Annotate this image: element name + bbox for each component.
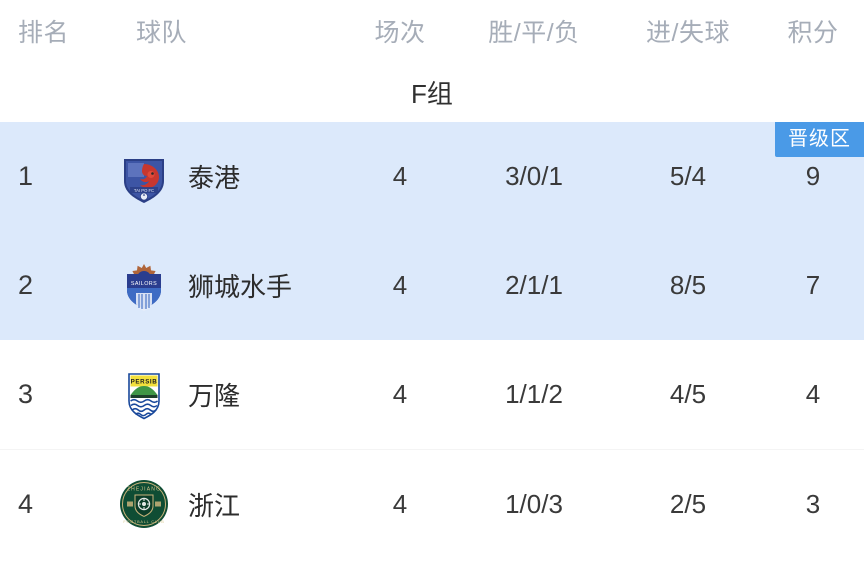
status-badge-qualification: 晋级区: [775, 122, 864, 157]
column-header-wdl: 胜/平/负: [488, 19, 580, 47]
row-points: 9: [805, 161, 821, 191]
row-team-cell[interactable]: PERSIB 1933 万隆: [88, 369, 346, 421]
table-row[interactable]: 1 TAI PO FC 泰港 4 3/0/1 5/4 9: [0, 122, 864, 231]
tai-po-crest-icon: TAI PO FC: [118, 151, 170, 203]
table-row[interactable]: 4 ZHEJIANG FOOTBALL CLUB 浙江 4 1/0/3 2/5 …: [0, 449, 864, 558]
row-team-name: 浙江: [188, 490, 241, 521]
row-points: 7: [805, 270, 821, 300]
table-row[interactable]: 2 SAILORS 狮城水手 4 2/1/1 8/5 7: [0, 231, 864, 340]
svg-text:ZHEJIANG: ZHEJIANG: [127, 487, 161, 493]
row-wdl: 1/1/2: [505, 379, 563, 409]
row-team-cell[interactable]: TAI PO FC 泰港: [88, 151, 346, 203]
row-goals: 4/5: [669, 379, 707, 409]
persib-bandung-crest-icon: PERSIB 1933: [118, 369, 170, 421]
group-title-row: F组: [0, 62, 864, 122]
row-team-cell[interactable]: SAILORS 狮城水手: [88, 260, 346, 312]
row-goals: 2/5: [669, 488, 707, 519]
column-header-goals: 进/失球: [646, 19, 730, 47]
row-played: 4: [392, 161, 408, 191]
zhejiang-crest-icon: ZHEJIANG FOOTBALL CLUB: [118, 478, 170, 530]
column-header-points: 积分: [787, 19, 839, 47]
group-title: F组: [411, 78, 453, 109]
column-header-rank: 排名: [18, 19, 70, 47]
row-goals: 5/4: [669, 161, 707, 191]
row-team-name: 泰港: [188, 163, 241, 193]
table-header-row: 排名 球队 场次 胜/平/负 进/失球 积分: [0, 0, 864, 62]
row-played: 4: [392, 379, 408, 409]
table-row[interactable]: 3 PERSIB 1933 万隆: [0, 340, 864, 449]
row-team-name: 狮城水手: [188, 272, 293, 302]
row-team-cell[interactable]: ZHEJIANG FOOTBALL CLUB 浙江: [88, 478, 346, 530]
lion-city-sailors-crest-icon: SAILORS: [118, 260, 170, 312]
row-rank: 1: [18, 161, 34, 191]
row-rank: 3: [18, 379, 34, 409]
row-rank: 4: [18, 488, 34, 519]
row-goals: 8/5: [669, 270, 707, 300]
row-wdl: 1/0/3: [505, 488, 563, 519]
group-standings-table: 排名 球队 场次 胜/平/负 进/失球 积分 F组 晋级区 1 TAI PO F…: [0, 0, 864, 588]
qualification-zone: 晋级区 1 TAI PO FC 泰港 4 3/0/1 5/4 9 2 SAILO…: [0, 122, 864, 340]
svg-text:PERSIB: PERSIB: [131, 378, 158, 385]
row-points: 3: [805, 488, 821, 519]
svg-text:FOOTBALL CLUB: FOOTBALL CLUB: [123, 520, 164, 524]
row-wdl: 3/0/1: [505, 161, 563, 191]
row-played: 4: [392, 488, 408, 519]
column-header-played: 场次: [374, 19, 426, 47]
row-wdl: 2/1/1: [505, 270, 563, 300]
row-team-name: 万隆: [188, 381, 241, 411]
row-rank: 2: [18, 270, 34, 300]
svg-text:SAILORS: SAILORS: [131, 281, 157, 287]
row-played: 4: [392, 270, 408, 300]
svg-text:TAI PO FC: TAI PO FC: [134, 188, 154, 193]
column-header-team: 球队: [136, 19, 188, 47]
row-points: 4: [805, 379, 821, 409]
